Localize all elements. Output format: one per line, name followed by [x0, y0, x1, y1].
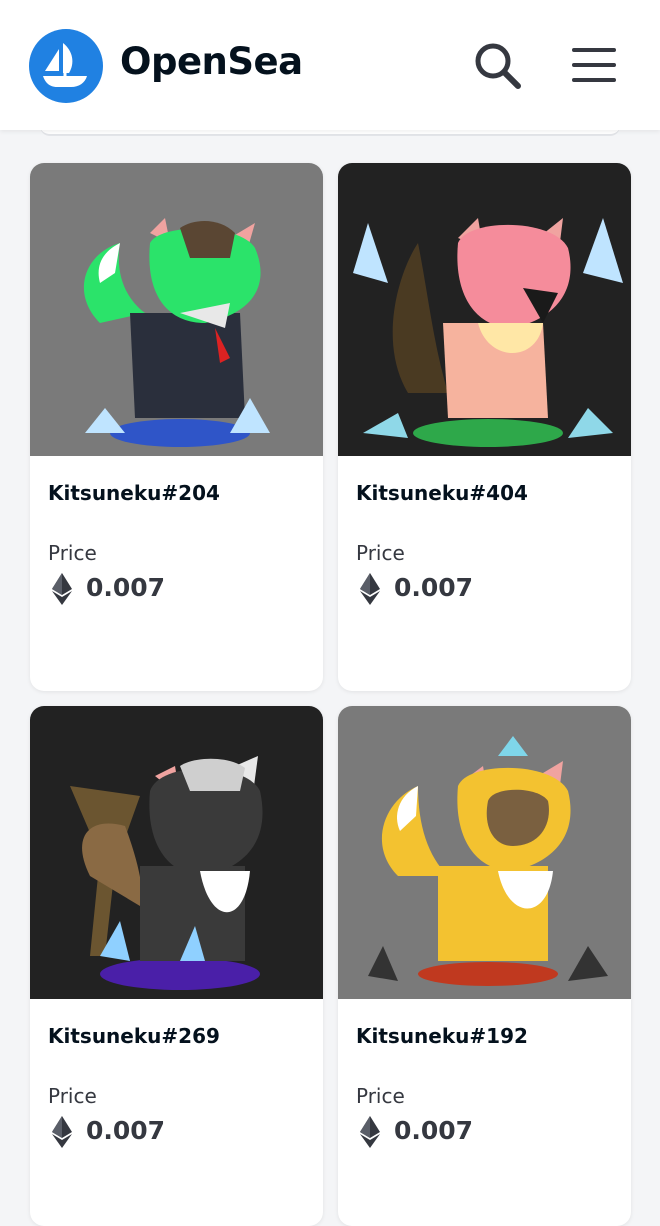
price-value: 0.007 — [394, 1116, 474, 1145]
nft-card[interactable]: Kitsuneku#269 Price 0.007 — [30, 706, 323, 1226]
item-name[interactable]: Kitsuneku#204 — [48, 481, 220, 505]
nft-image-kitsuneku-269[interactable] — [30, 706, 323, 999]
ethereum-icon — [52, 1116, 72, 1148]
price-value: 0.007 — [86, 1116, 166, 1145]
price-label: Price — [356, 541, 405, 565]
brand-name[interactable]: OpenSea — [120, 40, 303, 83]
item-name[interactable]: Kitsuneku#404 — [356, 481, 528, 505]
search-icon[interactable] — [472, 40, 524, 92]
price-label: Price — [356, 1084, 405, 1108]
ethereum-icon — [360, 573, 380, 605]
top-nav-bar: OpenSea — [0, 0, 660, 130]
nft-image-kitsuneku-204[interactable] — [30, 163, 323, 456]
item-name[interactable]: Kitsuneku#192 — [356, 1024, 528, 1048]
opensea-logo-icon[interactable] — [29, 29, 103, 103]
item-name[interactable]: Kitsuneku#269 — [48, 1024, 220, 1048]
price-value: 0.007 — [394, 573, 474, 602]
hamburger-menu-icon[interactable] — [568, 44, 620, 88]
ethereum-icon — [52, 573, 72, 605]
price-label: Price — [48, 541, 97, 565]
ethereum-icon — [360, 1116, 380, 1148]
nft-image-kitsuneku-192[interactable] — [338, 706, 631, 999]
nft-image-kitsuneku-404[interactable] — [338, 163, 631, 456]
price-label: Price — [48, 1084, 97, 1108]
nft-card[interactable]: Kitsuneku#192 Price 0.007 — [338, 706, 631, 1226]
nft-card[interactable]: Kitsuneku#404 Price 0.007 — [338, 163, 631, 691]
nft-card[interactable]: Kitsuneku#204 Price 0.007 — [30, 163, 323, 691]
price-value: 0.007 — [86, 573, 166, 602]
